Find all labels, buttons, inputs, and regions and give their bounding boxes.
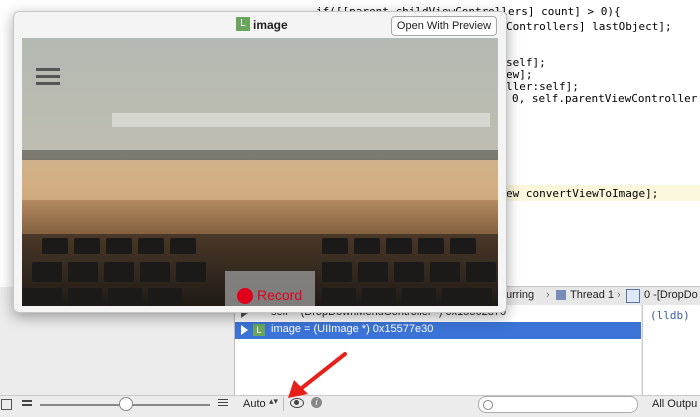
chevron-right-icon: › xyxy=(617,289,621,301)
chevron-right-icon: › xyxy=(546,289,550,301)
code-line: ew convertViewToImage]; xyxy=(506,187,659,200)
captured-image xyxy=(22,38,498,306)
frame-label[interactable]: 0 -[DropDo xyxy=(644,289,698,301)
filter-field[interactable] xyxy=(478,396,638,413)
thread-icon xyxy=(556,290,566,300)
frame-text: urring xyxy=(506,289,535,301)
popover-title: image xyxy=(253,18,288,32)
image-preview: Record xyxy=(22,38,498,306)
auto-popup[interactable]: Auto xyxy=(243,398,266,410)
console-view[interactable]: (lldb) xyxy=(642,305,700,395)
zoom-out-icon[interactable] xyxy=(22,398,32,408)
thread-label[interactable]: Thread 1 xyxy=(570,289,614,301)
popup-arrows-icon[interactable]: ▴▾ xyxy=(269,396,278,407)
zoom-in-icon[interactable] xyxy=(218,397,228,409)
variable-row-selected[interactable]: L image = (UIImage *) 0x15577e30 xyxy=(235,322,641,339)
local-variable-badge: L xyxy=(236,17,250,31)
record-label: Record xyxy=(257,287,303,303)
quick-look-popover: L image Open With Preview Record xyxy=(13,11,507,313)
code-line: Controllers] lastObject]; xyxy=(506,20,672,33)
annotation-arrow-icon xyxy=(288,352,347,398)
zoom-slider-knob[interactable] xyxy=(119,397,133,411)
open-with-preview-button[interactable]: Open With Preview xyxy=(391,16,497,36)
disclosure-triangle-icon[interactable] xyxy=(241,325,248,335)
frame-icon xyxy=(626,289,640,303)
console-prompt: (lldb) xyxy=(650,309,690,322)
bottom-bar-left xyxy=(0,395,234,417)
filter-icon xyxy=(483,400,493,410)
record-button[interactable]: Record xyxy=(225,271,315,306)
record-icon xyxy=(237,288,253,304)
fit-icon[interactable] xyxy=(1,399,12,410)
all-output-popup[interactable]: All Outpu xyxy=(652,398,697,410)
variable-text: image = (UIImage *) 0x15577e30 xyxy=(271,323,434,335)
hamburger-menu-icon xyxy=(36,68,60,85)
local-variable-badge: L xyxy=(253,324,265,336)
code-line: 0, self.parentViewController.vi xyxy=(512,92,700,105)
